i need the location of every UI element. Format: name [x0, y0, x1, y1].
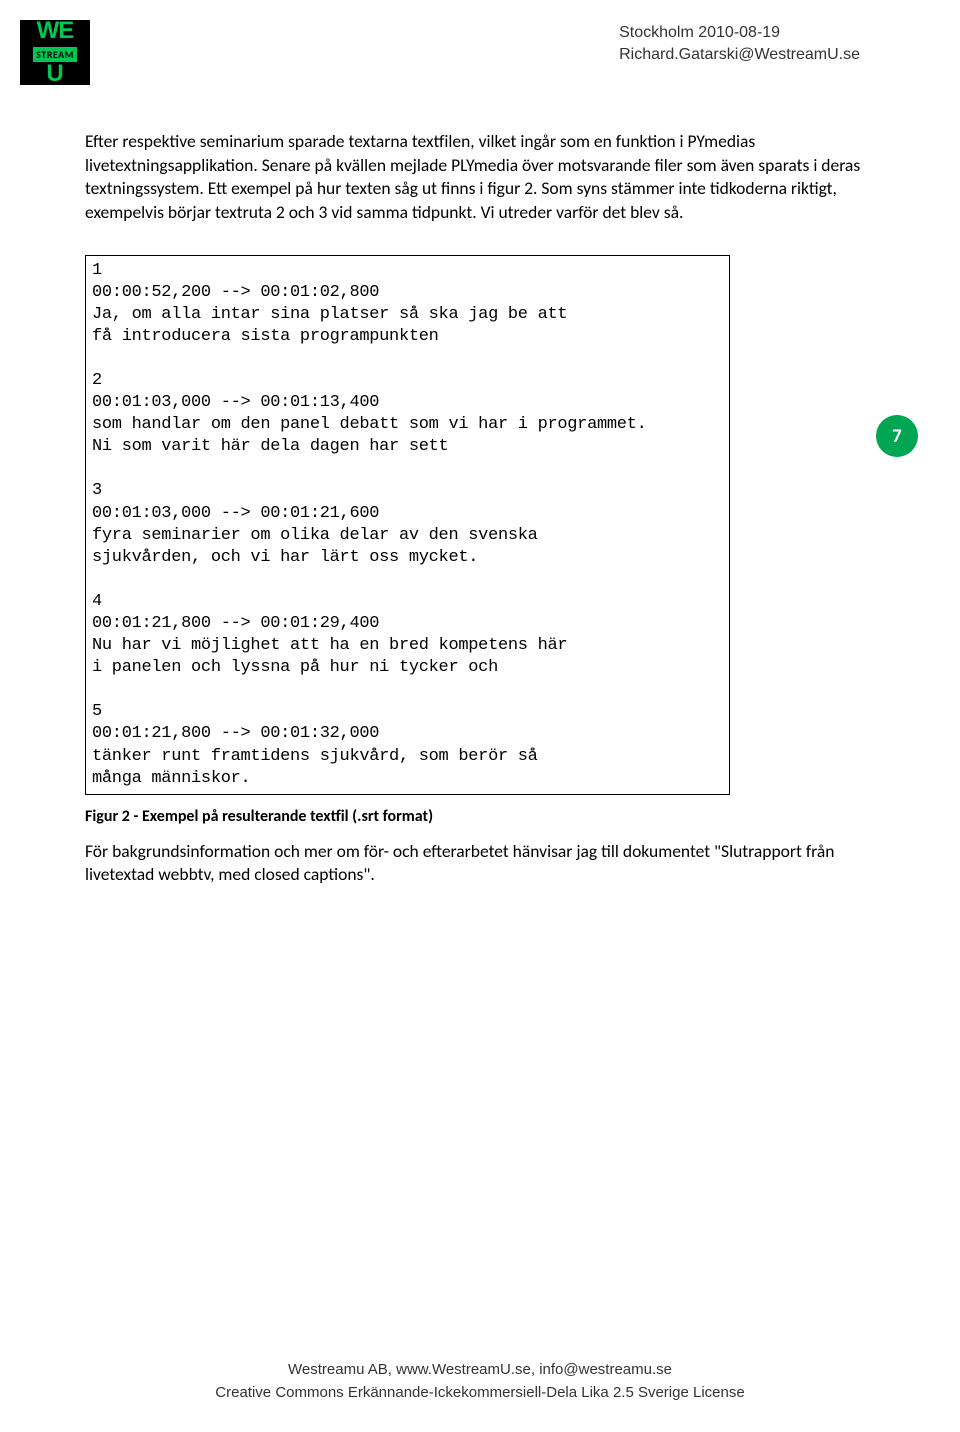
main-content: Efter respektive seminarium sparade text… — [85, 130, 870, 887]
header-meta: Stockholm 2010-08-19 Richard.Gatarski@We… — [619, 22, 860, 67]
logo: WE STREAM U — [20, 20, 90, 85]
header-date-location: Stockholm 2010-08-19 — [619, 22, 860, 44]
paragraph-follow: För bakgrundsinformation och mer om för-… — [85, 840, 870, 887]
logo-text-u: U — [46, 60, 63, 88]
srt-code-block: 1 00:00:52,200 --> 00:01:02,800 Ja, om a… — [85, 255, 730, 795]
header-email: Richard.Gatarski@WestreamU.se — [619, 44, 860, 66]
footer-line2: Creative Commons Erkännande-Ickekommersi… — [0, 1382, 960, 1405]
page-number-badge: 7 — [876, 415, 918, 457]
paragraph-intro: Efter respektive seminarium sparade text… — [85, 130, 870, 225]
logo-background: WE STREAM U — [20, 20, 90, 85]
logo-text-we: WE — [37, 17, 74, 45]
footer: Westreamu AB, www.WestreamU.se, info@wes… — [0, 1359, 960, 1404]
footer-line1: Westreamu AB, www.WestreamU.se, info@wes… — [0, 1359, 960, 1382]
figure-caption: Figur 2 - Exempel på resulterande textfi… — [85, 807, 870, 826]
